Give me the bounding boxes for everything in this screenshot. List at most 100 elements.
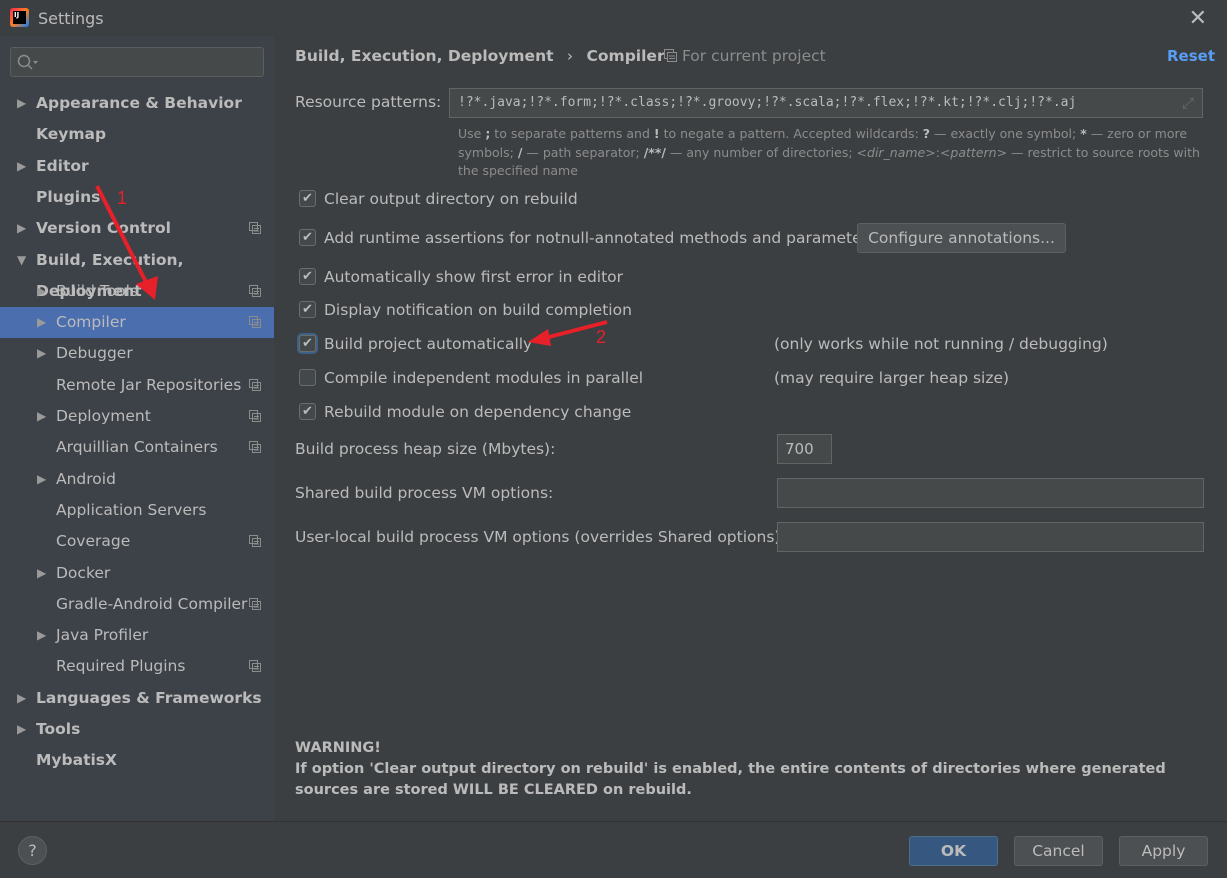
breadcrumb: Build, Execution, Deployment › Compiler: [295, 47, 673, 65]
sidebar-item-tools[interactable]: ▶ Tools: [0, 714, 274, 745]
checkbox[interactable]: ✔: [299, 268, 316, 285]
project-scope-icon: [249, 597, 261, 610]
sidebar-item-coverage[interactable]: Coverage: [0, 526, 274, 557]
sidebar-item-debugger[interactable]: ▶ Debugger: [0, 338, 274, 369]
checkbox[interactable]: ✔: [299, 229, 316, 246]
checkbox[interactable]: ✔: [299, 403, 316, 420]
sidebar-item-required-plugins[interactable]: Required Plugins: [0, 651, 274, 682]
sidebar-item-label: Plugins: [36, 187, 101, 206]
expand-icon[interactable]: ⤢: [1182, 89, 1194, 117]
project-scope-icon: [249, 535, 261, 548]
sidebar-item-version-control[interactable]: ▶ Version Control: [0, 213, 274, 244]
sidebar-item-compiler[interactable]: ▶ Compiler: [0, 307, 274, 339]
sidebar-item-label: Gradle-Android Compiler: [56, 594, 248, 613]
configure-annotations-button[interactable]: Configure annotations...: [857, 223, 1066, 253]
project-scope-icon: [249, 660, 261, 673]
checkbox-label: Display notification on build completion: [324, 301, 632, 319]
sidebar-item-mybatisx[interactable]: MybatisX: [0, 745, 274, 776]
checkbox[interactable]: ✔: [299, 190, 316, 207]
breadcrumb-item: Build, Execution, Deployment: [295, 47, 554, 65]
checkbox-label: Clear output directory on rebuild: [324, 190, 578, 208]
warning-text: If option 'Clear output directory on reb…: [295, 761, 1166, 798]
chevron-right-icon[interactable]: ▶: [37, 558, 46, 589]
chevron-down-icon[interactable]: ▼: [17, 245, 26, 276]
sidebar-item-languages-frameworks[interactable]: ▶ Languages & Frameworks: [0, 683, 274, 714]
sidebar-item-label: Docker: [56, 563, 111, 582]
checkbox[interactable]: [299, 369, 316, 386]
warning-title: WARNING!: [295, 740, 381, 756]
sidebar-item-label: Editor: [36, 156, 89, 175]
search-icon: [17, 54, 38, 70]
sidebar-item-label: Tools: [36, 720, 81, 738]
checkbox[interactable]: ✔: [299, 301, 316, 318]
chevron-right-icon[interactable]: ▶: [37, 464, 46, 495]
sidebar-item-remote-jar-repositories[interactable]: Remote Jar Repositories: [0, 370, 274, 401]
sidebar-item-label: Debugger: [56, 344, 133, 363]
sidebar-item-label: Compiler: [56, 313, 126, 332]
sidebar-item-label: Build Tools: [56, 281, 139, 300]
sidebar-item-label: Remote Jar Repositories: [56, 375, 242, 394]
heap-size-input[interactable]: 700: [777, 434, 832, 464]
project-scope-icon: [664, 49, 677, 62]
sidebar-item-label: Deployment: [56, 407, 151, 425]
sidebar-item-label: Application Servers: [56, 500, 207, 519]
project-scope-icon: [249, 284, 261, 297]
resource-patterns-label: Resource patterns:: [295, 93, 442, 111]
project-scope-icon: [249, 378, 261, 391]
resource-patterns-input[interactable]: !?*.java;!?*.form;!?*.class;!?*.groovy;!…: [449, 88, 1203, 118]
sidebar-item-docker[interactable]: ▶ Docker: [0, 558, 274, 589]
search-input[interactable]: [10, 47, 264, 77]
sidebar-item-label: Coverage: [56, 532, 131, 551]
sidebar-item-arquillian-containers[interactable]: Arquillian Containers: [0, 432, 274, 463]
checkbox-label: Add runtime assertions for notnull-annot…: [324, 229, 877, 247]
chevron-right-icon[interactable]: ▶: [17, 88, 26, 119]
sidebar: ▶ Appearance & Behavior Keymap ▶ Editor Plugi…: [0, 36, 274, 821]
sidebar-item-build-tools[interactable]: ▶ Build Tools: [0, 276, 274, 307]
reset-link[interactable]: Reset: [1167, 47, 1215, 65]
window-title: Settings: [38, 9, 104, 28]
ok-button[interactable]: OK: [909, 836, 998, 866]
user-vm-options-input[interactable]: [777, 522, 1204, 552]
scope-label: For current project: [664, 47, 826, 65]
sidebar-item-build-execution-deployment[interactable]: ▼ Build, Execution, Deployment: [0, 245, 274, 300]
dialog-footer: ? OK Cancel Apply: [0, 821, 1227, 878]
sidebar-item-android[interactable]: ▶ Android: [0, 464, 274, 495]
checkbox[interactable]: ✔: [299, 335, 316, 352]
sidebar-item-label: Version Control: [36, 219, 171, 238]
help-button[interactable]: ?: [18, 836, 47, 865]
sidebar-item-keymap[interactable]: Keymap: [0, 119, 274, 150]
sidebar-item-label: Languages & Frameworks: [36, 688, 262, 707]
sidebar-item-java-profiler[interactable]: ▶ Java Profiler: [0, 620, 274, 651]
apply-button[interactable]: Apply: [1119, 836, 1208, 866]
chevron-right-icon[interactable]: ▶: [17, 213, 26, 244]
shared-vm-options-input[interactable]: [777, 478, 1204, 508]
shared-vm-options-label: Shared build process VM options:: [295, 484, 554, 502]
checkbox-label: Automatically show first error in editor: [324, 268, 624, 286]
sidebar-item-plugins[interactable]: Plugins: [0, 182, 274, 213]
cancel-button[interactable]: Cancel: [1014, 836, 1103, 866]
chevron-right-icon[interactable]: ▶: [37, 338, 46, 369]
chevron-right-icon[interactable]: ▶: [37, 307, 46, 338]
checkbox-label: Rebuild module on dependency change: [324, 403, 632, 421]
sidebar-item-label: Keymap: [36, 125, 107, 144]
chevron-right-icon[interactable]: ▶: [37, 620, 46, 651]
sidebar-item-appearance-behavior[interactable]: ▶ Appearance & Behavior: [0, 88, 274, 119]
sidebar-item-label: Java Profiler: [56, 626, 149, 645]
sidebar-item-gradle-android-compiler[interactable]: Gradle-Android Compiler: [0, 589, 274, 620]
intellij-idea-icon: IJ: [10, 8, 29, 27]
warning-message: WARNING! If option 'Clear output directo…: [295, 738, 1195, 801]
sidebar-item-label: Arquillian Containers: [56, 438, 218, 457]
sidebar-item-application-servers[interactable]: Application Servers: [0, 495, 274, 526]
resource-patterns-value: !?*.java;!?*.form;!?*.class;!?*.groovy;!…: [458, 95, 1077, 110]
chevron-right-icon[interactable]: ▶: [17, 714, 26, 745]
breadcrumb-item: Compiler: [586, 47, 665, 65]
project-scope-icon: [249, 441, 261, 454]
close-icon[interactable]: ✕: [1189, 6, 1207, 31]
sidebar-item-editor[interactable]: ▶ Editor: [0, 151, 274, 182]
chevron-right-icon[interactable]: ▶: [17, 151, 26, 182]
chevron-right-icon[interactable]: ▶: [17, 683, 26, 714]
chevron-right-icon[interactable]: ▶: [37, 276, 46, 307]
chevron-right-icon[interactable]: ▶: [37, 401, 46, 432]
sidebar-item-deployment[interactable]: ▶ Deployment: [0, 401, 274, 432]
option-note: (may require larger heap size): [774, 369, 1010, 387]
